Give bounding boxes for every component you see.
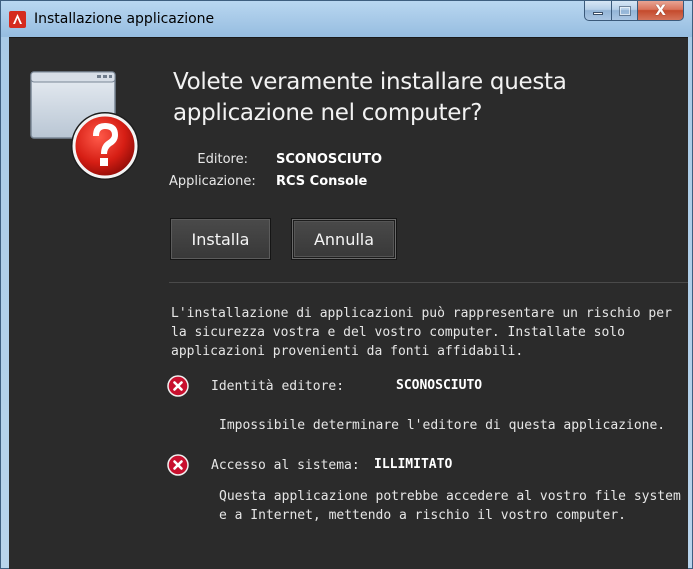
error-x-icon: [167, 454, 189, 476]
adobe-air-app-icon: [9, 11, 26, 28]
risk-description: Impossibile determinare l'editore di que…: [219, 418, 666, 433]
error-x-icon: [167, 375, 189, 397]
publisher-row: Editore: SCONOSCIUTO: [169, 148, 382, 170]
divider: [169, 282, 688, 283]
risk-item-system-access: Accesso al sistema:: [167, 454, 360, 476]
maximize-icon: [618, 5, 631, 16]
minimize-icon: [593, 12, 603, 15]
maximize-button: [612, 1, 638, 21]
cancel-button[interactable]: Annulla: [291, 218, 397, 260]
risk-item-publisher: Identità editore:: [167, 375, 344, 397]
close-icon: X: [655, 2, 666, 19]
security-warning-text: L'installazione di applicazioni può rapp…: [171, 306, 672, 359]
application-warning-icon: [27, 64, 145, 184]
application-row: Applicazione: RCS Console: [169, 170, 382, 192]
close-button[interactable]: X: [638, 1, 684, 21]
risk-value: SCONOSCIUTO: [396, 378, 483, 393]
minimize-button[interactable]: [584, 1, 612, 21]
application-value: RCS Console: [276, 173, 368, 189]
risk-label: Accesso al sistema:: [211, 457, 360, 473]
install-button[interactable]: Installa: [170, 218, 271, 260]
window-title: Installazione applicazione: [34, 11, 215, 27]
application-label: Applicazione:: [169, 173, 256, 189]
risk-label: Identità editore:: [211, 378, 345, 394]
dialog-heading: Volete veramente installare questa appli…: [173, 69, 567, 126]
title-bar[interactable]: Installazione applicazione X: [1, 1, 692, 37]
publisher-value: SCONOSCIUTO: [276, 151, 383, 167]
caption-buttons: X: [584, 1, 684, 21]
risk-value: ILLIMITATO: [374, 457, 453, 472]
dialog-content: Volete veramente installare questa appli…: [9, 37, 688, 569]
application-info: Editore: SCONOSCIUTO Applicazione: RCS C…: [169, 148, 382, 192]
publisher-label: Editore:: [197, 151, 248, 167]
risk-description: Questa applicazione potrebbe accedere al…: [219, 489, 681, 523]
installer-window: Installazione applicazione X Volete vera…: [0, 0, 693, 569]
